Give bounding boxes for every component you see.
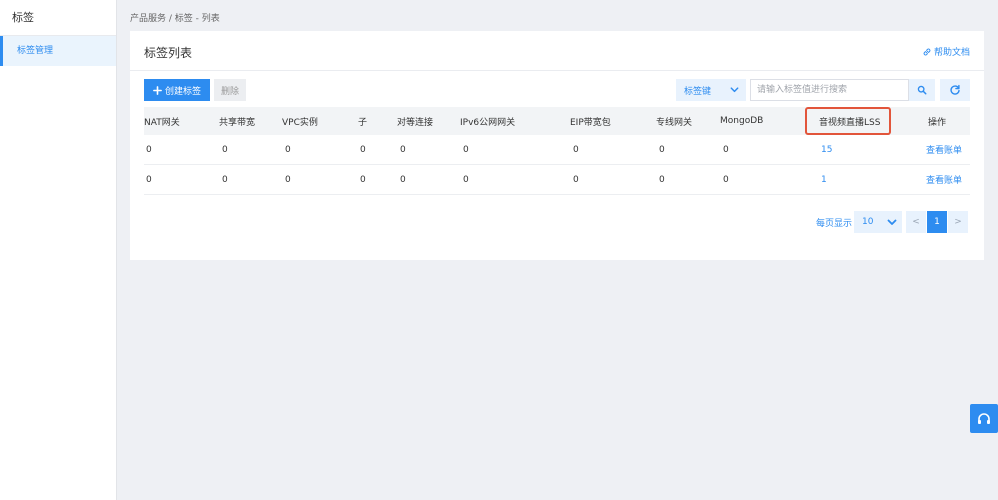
column-header: IPv6公网网关 <box>460 117 516 128</box>
table-cell: 0 <box>146 144 152 155</box>
table-cell: 0 <box>285 144 291 155</box>
breadcrumb: 产品服务 / 标签 - 列表 <box>130 14 220 24</box>
card-header: 标签列表 帮助文档 <box>130 31 984 71</box>
create-tag-button[interactable]: 创建标签 <box>144 79 210 101</box>
chevron-down-icon <box>886 216 898 228</box>
refresh-icon <box>949 84 961 96</box>
column-header: MongoDB <box>720 116 764 126</box>
table-cell: 0 <box>360 174 366 185</box>
customer-support-button[interactable] <box>970 404 998 433</box>
plus-icon <box>153 85 162 95</box>
table-cell: 0 <box>723 174 729 185</box>
headset-icon <box>976 411 992 427</box>
table-cell: 0 <box>360 144 366 155</box>
per-page-value: 10 <box>862 217 874 227</box>
view-bill-link[interactable]: 查看账单 <box>926 135 962 164</box>
table-cell: 0 <box>400 174 406 185</box>
table-cell: 0 <box>222 144 228 155</box>
table-cell: 0 <box>400 144 406 155</box>
search-icon <box>917 85 927 95</box>
table-row: 0 0 0 0 0 0 0 0 0 15 查看账单 <box>144 135 970 165</box>
table-cell: 0 <box>463 144 469 155</box>
table-cell: 0 <box>573 144 579 155</box>
page-title: 标签列表 <box>144 46 193 60</box>
table-cell: 0 <box>723 144 729 155</box>
chevron-down-icon <box>729 84 740 95</box>
prev-page-button[interactable]: < <box>906 211 926 233</box>
toolbar: 创建标签 删除 标签键 <box>144 79 970 101</box>
page-button-current[interactable]: 1 <box>927 211 947 233</box>
column-header: 专线网关 <box>656 117 693 128</box>
sidebar-item-tag-management[interactable]: 标签管理 <box>0 36 116 66</box>
table-cell: 0 <box>659 144 665 155</box>
column-header: EIP带宽包 <box>570 117 611 128</box>
column-header: NAT网关 <box>144 117 180 128</box>
lss-count-link[interactable]: 1 <box>821 165 827 194</box>
tag-key-select[interactable]: 标签键 <box>676 79 746 101</box>
table-cell: 0 <box>463 174 469 185</box>
table-cell: 0 <box>285 174 291 185</box>
table-cell: 0 <box>573 174 579 185</box>
search-button[interactable] <box>909 79 935 101</box>
column-header: VPC实例 <box>282 117 318 128</box>
tag-list-card: 标签列表 帮助文档 创建标签 删除 标签键 请输入标签值进行搜索 NAT网关 共… <box>130 31 984 260</box>
table-header-row: NAT网关 共享带宽 VPC实例 子 对等连接 IPv6公网网关 EIP带宽包 … <box>144 107 970 135</box>
column-header: 操作 <box>928 117 947 128</box>
search-input[interactable] <box>750 79 909 101</box>
table-cell: 0 <box>146 174 152 185</box>
sidebar: 标签 标签管理 <box>0 0 117 500</box>
link-icon <box>922 47 932 57</box>
table-row: 0 0 0 0 0 0 0 0 0 1 查看账单 <box>144 165 970 195</box>
table-cell: 0 <box>659 174 665 185</box>
view-bill-link[interactable]: 查看账单 <box>926 165 962 194</box>
tag-key-select-value: 标签键 <box>684 86 712 97</box>
highlight-box <box>805 107 891 135</box>
help-doc-label: 帮助文档 <box>933 48 970 58</box>
create-tag-label: 创建标签 <box>164 86 201 97</box>
delete-button[interactable]: 删除 <box>214 79 246 101</box>
column-header: 子 <box>358 117 368 128</box>
refresh-button[interactable] <box>940 79 970 101</box>
lss-count-link[interactable]: 15 <box>821 135 832 164</box>
tag-table: NAT网关 共享带宽 VPC实例 子 对等连接 IPv6公网网关 EIP带宽包 … <box>144 107 970 195</box>
sidebar-title: 标签 <box>0 0 116 36</box>
per-page-label: 每页显示 <box>816 219 853 229</box>
next-page-button[interactable]: > <box>948 211 968 233</box>
column-header: 对等连接 <box>397 117 434 128</box>
table-cell: 0 <box>222 174 228 185</box>
per-page-select[interactable]: 10 <box>854 211 902 233</box>
help-doc-link[interactable]: 帮助文档 <box>922 45 970 58</box>
column-header: 共享带宽 <box>219 117 256 128</box>
